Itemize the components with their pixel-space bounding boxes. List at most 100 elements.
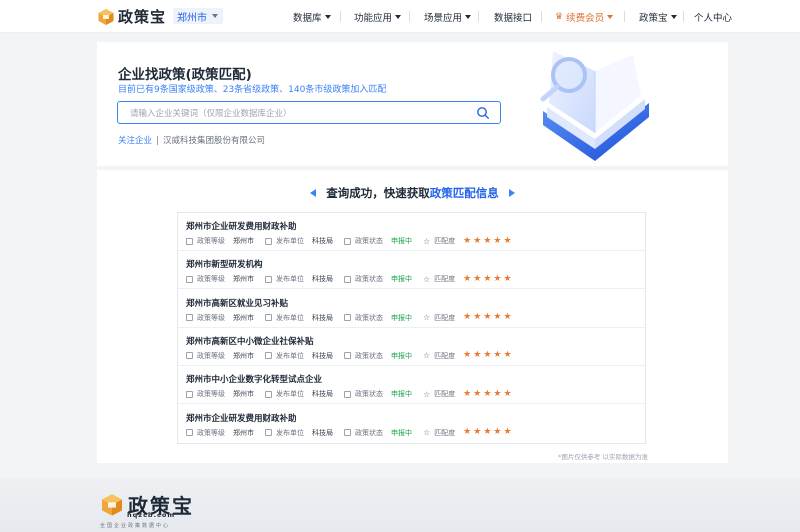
logo-cube-icon xyxy=(102,493,122,516)
policy-status: 政策状态 申报中 xyxy=(344,236,412,246)
city-selector[interactable]: 郑州市 xyxy=(173,8,223,24)
policy-row[interactable]: 郑州市高新区就业见习补贴 政策等级 郑州市 发布单位 科技局 政策状态 申报中 ☆ 匹配度 ★ ★ ★… xyxy=(178,290,645,328)
nav-label: 场景应用 xyxy=(424,12,463,24)
status-icon xyxy=(344,314,351,322)
meta-label: 发布单位 xyxy=(276,351,304,360)
meta-label: 匹配度 xyxy=(434,237,456,245)
nav-item-database[interactable]: 数据库 xyxy=(293,10,331,24)
footer-logo[interactable]: 政策宝 hqzcb.com 全国企业政策数据中心 xyxy=(100,490,194,529)
meta-label: 政策状态 xyxy=(355,390,383,399)
policy-title[interactable]: 郑州市中小企业数字化转型试点企业 xyxy=(186,373,322,385)
nav-item-zcb[interactable]: 政策宝 xyxy=(639,10,677,24)
policy-title[interactable]: 郑州市高新区中小微企业社保补贴 xyxy=(186,335,314,347)
match-rating: ★ ★ ★ ★ ★ xyxy=(463,235,512,246)
brand-logo[interactable]: 政策宝 xyxy=(97,6,166,27)
meta-value: 申报中 xyxy=(391,390,412,399)
meta-label: 政策状态 xyxy=(355,428,383,437)
star-icon: ★ xyxy=(473,427,482,437)
star-outline-icon: ☆ xyxy=(423,274,431,284)
star-icon: ★ xyxy=(493,427,502,437)
star-icon: ★ xyxy=(463,427,472,437)
star-icon: ★ xyxy=(473,350,482,361)
nav-label: 数据库 xyxy=(293,12,322,24)
policy-level: 政策等级 郑州市 xyxy=(186,389,254,399)
star-icon: ★ xyxy=(503,235,512,246)
nav-label: 政策宝 xyxy=(639,12,668,24)
nav-item-membership[interactable]: ♛ 续费会员 xyxy=(555,10,614,24)
level-icon xyxy=(186,275,193,283)
star-icon: ★ xyxy=(463,388,472,399)
policy-level: 政策等级 郑州市 xyxy=(186,313,254,323)
meta-value: 郑州市 xyxy=(233,390,254,399)
policy-level: 政策等级 郑州市 xyxy=(186,428,254,438)
nav-item-api[interactable]: 数据接口 xyxy=(494,10,533,24)
divider xyxy=(157,135,159,145)
nav-item-scenarios[interactable]: 场景应用 xyxy=(424,10,472,24)
city-label: 郑州市 xyxy=(177,12,207,24)
search-icon[interactable] xyxy=(476,106,490,120)
policy-match: ☆ 匹配度 ★ ★ ★ ★ ★ xyxy=(423,389,512,399)
meta-label: 政策等级 xyxy=(197,275,225,284)
star-icon: ★ xyxy=(493,350,502,361)
issuer-icon xyxy=(265,352,272,360)
status-icon xyxy=(344,237,351,245)
policy-row[interactable]: 郑州市高新区中小微企业社保补贴 政策等级 郑州市 发布单位 科技局 政策状态 申报中 ☆ 匹配度… xyxy=(178,328,645,366)
policy-issuer: 发布单位 科技局 xyxy=(265,236,333,246)
policy-status: 政策状态 申报中 xyxy=(344,351,412,361)
star-icon: ★ xyxy=(503,350,512,361)
star-outline-icon: ☆ xyxy=(423,351,431,361)
policy-title[interactable]: 郑州市高新区就业见习补贴 xyxy=(186,297,288,309)
meta-value: 郑州市 xyxy=(233,351,254,360)
policy-row[interactable]: 郑州市中小企业数字化转型试点企业 政策等级 郑州市 发布单位 科技局 政策状态 申报中 ☆ 匹配… xyxy=(178,366,645,405)
issuer-icon xyxy=(265,390,272,398)
policy-match: ☆ 匹配度 ★ ★ ★ ★ ★ xyxy=(423,236,512,246)
chevron-down-icon xyxy=(212,14,218,18)
footer-tagline: 全国企业政策数据中心 xyxy=(100,523,171,529)
follow-company-link[interactable]: 关注企业 xyxy=(118,134,152,146)
status-icon xyxy=(344,275,351,283)
meta-label: 政策等级 xyxy=(197,351,225,360)
chevron-down-icon xyxy=(670,14,677,19)
nav-item-features[interactable]: 功能应用 xyxy=(354,10,402,24)
policy-row[interactable]: 郑州市企业研发费用财政补助 政策等级 郑州市 发布单位 科技局 政策状态 申报中 ☆ 匹配度 ★ ★… xyxy=(178,213,645,251)
chevron-down-icon xyxy=(324,14,331,19)
policy-title[interactable]: 郑州市企业研发费用财政补助 xyxy=(186,412,297,424)
star-icon: ★ xyxy=(503,312,512,323)
top-nav-bar: 政策宝 郑州市 数据库 功能应用 场景应用 数据接口 ♛ 续费会员 政策宝 个人… xyxy=(0,0,800,33)
meta-label: 政策状态 xyxy=(355,275,383,284)
meta-value: 科技局 xyxy=(312,351,333,360)
followed-companies: 关注企业 汉威科技集团股份有限公司 xyxy=(118,134,265,146)
policy-title[interactable]: 郑州市新型研发机构 xyxy=(186,258,263,270)
heading-highlight: 政策匹配信息 xyxy=(429,186,499,200)
meta-value: 科技局 xyxy=(312,237,333,245)
nav-label: 数据接口 xyxy=(494,12,533,24)
level-icon xyxy=(186,314,193,322)
meta-value: 郑州市 xyxy=(233,428,254,437)
footer: 政策宝 hqzcb.com 全国企业政策数据中心 xyxy=(0,478,800,532)
star-outline-icon: ☆ xyxy=(423,236,431,246)
star-icon: ★ xyxy=(503,388,512,399)
company-search-input[interactable]: 请输入企业关键词（仅限企业数据库企业） xyxy=(117,101,501,124)
policy-row[interactable]: 郑州市企业研发费用财政补助 政策等级 郑州市 发布单位 科技局 政策状态 申报中 ☆ 匹配度 ★ ★… xyxy=(178,405,645,443)
nav-label: 个人中心 xyxy=(694,12,733,24)
issuer-icon xyxy=(265,237,272,245)
policy-status: 政策状态 申报中 xyxy=(344,313,412,323)
star-outline-icon: ☆ xyxy=(423,389,431,399)
results-heading: 查询成功，快速获取政策匹配信息 xyxy=(97,185,728,201)
star-outline-icon: ☆ xyxy=(423,428,431,437)
followed-company-name[interactable]: 汉威科技集团股份有限公司 xyxy=(163,134,265,146)
star-icon: ★ xyxy=(483,235,492,246)
meta-label: 发布单位 xyxy=(276,428,304,437)
policy-title[interactable]: 郑州市企业研发费用财政补助 xyxy=(186,220,297,232)
logo-cube-icon xyxy=(97,8,115,26)
chevron-down-icon xyxy=(465,14,472,19)
policy-row[interactable]: 郑州市新型研发机构 政策等级 郑州市 发布单位 科技局 政策状态 申报中 ☆ 匹配度 ★ ★ ★ ★ ★ xyxy=(178,251,645,290)
star-icon: ★ xyxy=(493,388,502,399)
results-heading-text: 查询成功，快速获取政策匹配信息 xyxy=(326,185,499,201)
nav-item-profile[interactable]: 个人中心 xyxy=(694,10,733,24)
policy-match: ☆ 匹配度 ★ ★ ★ ★ ★ xyxy=(423,274,512,284)
star-icon: ★ xyxy=(483,273,492,284)
star-icon: ★ xyxy=(473,312,482,323)
level-icon xyxy=(186,237,193,245)
triangle-right-icon xyxy=(508,189,515,197)
